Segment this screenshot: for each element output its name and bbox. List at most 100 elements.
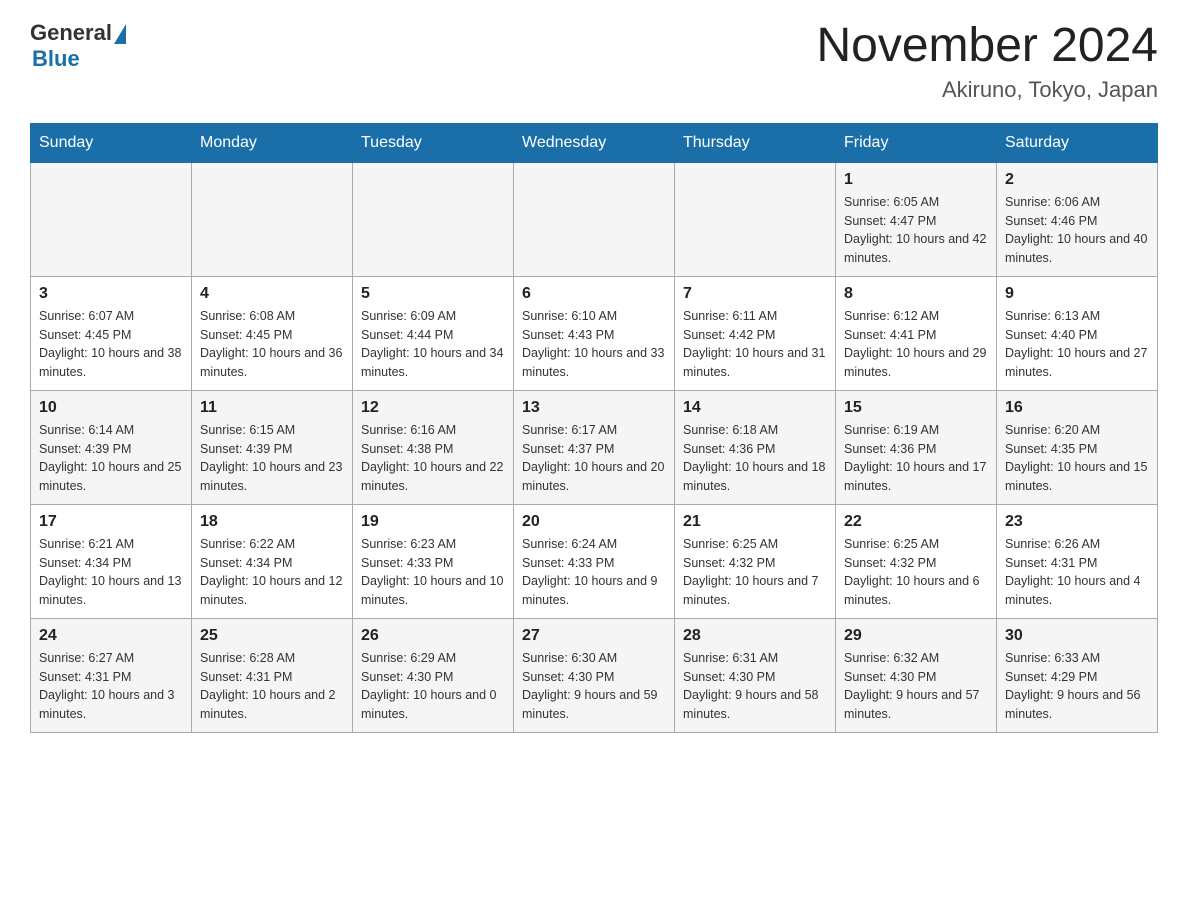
day-info: Sunrise: 6:24 AMSunset: 4:33 PMDaylight:… xyxy=(522,535,666,610)
calendar-cell xyxy=(192,162,353,276)
calendar-week-1: 1 Sunrise: 6:05 AMSunset: 4:47 PMDaylight… xyxy=(31,162,1158,276)
day-number: 30 xyxy=(1005,627,1149,645)
calendar-cell: 10 Sunrise: 6:14 AMSunset: 4:39 PMDayligh… xyxy=(31,390,192,504)
day-number: 13 xyxy=(522,399,666,417)
day-number: 28 xyxy=(683,627,827,645)
day-number: 5 xyxy=(361,285,505,303)
calendar-cell: 22 Sunrise: 6:25 AMSunset: 4:32 PMDayligh… xyxy=(836,504,997,618)
day-number: 19 xyxy=(361,513,505,531)
calendar-cell: 28 Sunrise: 6:31 AMSunset: 4:30 PMDayligh… xyxy=(675,618,836,732)
calendar-cell: 30Sunrise: 6:33 AMSunset: 4:29 PMDayligh… xyxy=(997,618,1158,732)
day-number: 12 xyxy=(361,399,505,417)
day-info: Sunrise: 6:16 AMSunset: 4:38 PMDaylight:… xyxy=(361,421,505,496)
logo-triangle-icon xyxy=(114,24,126,44)
day-info: Sunrise: 6:25 AMSunset: 4:32 PMDaylight:… xyxy=(683,535,827,610)
column-header-thursday: Thursday xyxy=(675,123,836,162)
day-info: Sunrise: 6:13 AMSunset: 4:40 PMDaylight:… xyxy=(1005,307,1149,382)
calendar-cell: 17 Sunrise: 6:21 AMSunset: 4:34 PMDayligh… xyxy=(31,504,192,618)
calendar-cell: 9 Sunrise: 6:13 AMSunset: 4:40 PMDaylight… xyxy=(997,276,1158,390)
day-number: 11 xyxy=(200,399,344,417)
day-info: Sunrise: 6:23 AMSunset: 4:33 PMDaylight:… xyxy=(361,535,505,610)
day-info: Sunrise: 6:10 AMSunset: 4:43 PMDaylight:… xyxy=(522,307,666,382)
day-info: Sunrise: 6:07 AMSunset: 4:45 PMDaylight:… xyxy=(39,307,183,382)
day-info: Sunrise: 6:27 AMSunset: 4:31 PMDaylight:… xyxy=(39,649,183,724)
calendar-cell: 5Sunrise: 6:09 AMSunset: 4:44 PMDaylight… xyxy=(353,276,514,390)
day-info: Sunrise: 6:25 AMSunset: 4:32 PMDaylight:… xyxy=(844,535,988,610)
calendar-cell: 1 Sunrise: 6:05 AMSunset: 4:47 PMDaylight… xyxy=(836,162,997,276)
calendar-cell: 18 Sunrise: 6:22 AMSunset: 4:34 PMDayligh… xyxy=(192,504,353,618)
calendar-cell: 19 Sunrise: 6:23 AMSunset: 4:33 PMDayligh… xyxy=(353,504,514,618)
day-info: Sunrise: 6:29 AMSunset: 4:30 PMDaylight:… xyxy=(361,649,505,724)
calendar-cell: 27 Sunrise: 6:30 AMSunset: 4:30 PMDayligh… xyxy=(514,618,675,732)
day-number: 27 xyxy=(522,627,666,645)
column-header-wednesday: Wednesday xyxy=(514,123,675,162)
day-info: Sunrise: 6:30 AMSunset: 4:30 PMDaylight:… xyxy=(522,649,666,724)
day-number: 6 xyxy=(522,285,666,303)
calendar-cell: 13Sunrise: 6:17 AMSunset: 4:37 PMDayligh… xyxy=(514,390,675,504)
calendar-cell: 24Sunrise: 6:27 AMSunset: 4:31 PMDayligh… xyxy=(31,618,192,732)
day-number: 1 xyxy=(844,171,988,189)
day-number: 23 xyxy=(1005,513,1149,531)
day-number: 17 xyxy=(39,513,183,531)
day-number: 20 xyxy=(522,513,666,531)
calendar-cell: 7 Sunrise: 6:11 AMSunset: 4:42 PMDaylight… xyxy=(675,276,836,390)
day-number: 16 xyxy=(1005,399,1149,417)
day-info: Sunrise: 6:12 AMSunset: 4:41 PMDaylight:… xyxy=(844,307,988,382)
day-number: 3 xyxy=(39,285,183,303)
day-info: Sunrise: 6:05 AMSunset: 4:47 PMDaylight:… xyxy=(844,193,988,268)
calendar-cell xyxy=(353,162,514,276)
day-number: 29 xyxy=(844,627,988,645)
calendar-table: SundayMondayTuesdayWednesdayThursdayFrid… xyxy=(30,123,1158,733)
calendar-cell: 16 Sunrise: 6:20 AMSunset: 4:35 PMDayligh… xyxy=(997,390,1158,504)
day-number: 10 xyxy=(39,399,183,417)
page-header: General Blue November 2024 Akiruno, Toky… xyxy=(30,20,1158,103)
calendar-cell xyxy=(675,162,836,276)
day-number: 14 xyxy=(683,399,827,417)
logo-general-text: General xyxy=(30,20,112,46)
day-number: 25 xyxy=(200,627,344,645)
calendar-cell: 2Sunrise: 6:06 AMSunset: 4:46 PMDaylight… xyxy=(997,162,1158,276)
column-header-monday: Monday xyxy=(192,123,353,162)
day-number: 7 xyxy=(683,285,827,303)
day-info: Sunrise: 6:21 AMSunset: 4:34 PMDaylight:… xyxy=(39,535,183,610)
day-info: Sunrise: 6:06 AMSunset: 4:46 PMDaylight:… xyxy=(1005,193,1149,268)
day-number: 21 xyxy=(683,513,827,531)
calendar-cell: 4 Sunrise: 6:08 AMSunset: 4:45 PMDaylight… xyxy=(192,276,353,390)
calendar-cell: 12 Sunrise: 6:16 AMSunset: 4:38 PMDayligh… xyxy=(353,390,514,504)
column-header-sunday: Sunday xyxy=(31,123,192,162)
calendar-cell: 25Sunrise: 6:28 AMSunset: 4:31 PMDayligh… xyxy=(192,618,353,732)
day-number: 4 xyxy=(200,285,344,303)
day-number: 15 xyxy=(844,399,988,417)
day-number: 8 xyxy=(844,285,988,303)
calendar-cell: 11 Sunrise: 6:15 AMSunset: 4:39 PMDayligh… xyxy=(192,390,353,504)
day-number: 18 xyxy=(200,513,344,531)
day-number: 26 xyxy=(361,627,505,645)
day-info: Sunrise: 6:26 AMSunset: 4:31 PMDaylight:… xyxy=(1005,535,1149,610)
column-header-tuesday: Tuesday xyxy=(353,123,514,162)
day-info: Sunrise: 6:14 AMSunset: 4:39 PMDaylight:… xyxy=(39,421,183,496)
month-title: November 2024 xyxy=(816,20,1158,73)
calendar-cell: 26 Sunrise: 6:29 AMSunset: 4:30 PMDayligh… xyxy=(353,618,514,732)
calendar-cell xyxy=(514,162,675,276)
day-info: Sunrise: 6:31 AMSunset: 4:30 PMDaylight:… xyxy=(683,649,827,724)
column-header-friday: Friday xyxy=(836,123,997,162)
calendar-cell: 8 Sunrise: 6:12 AMSunset: 4:41 PMDaylight… xyxy=(836,276,997,390)
calendar-cell: 15Sunrise: 6:19 AMSunset: 4:36 PMDayligh… xyxy=(836,390,997,504)
calendar-cell: 20 Sunrise: 6:24 AMSunset: 4:33 PMDayligh… xyxy=(514,504,675,618)
day-info: Sunrise: 6:22 AMSunset: 4:34 PMDaylight:… xyxy=(200,535,344,610)
day-info: Sunrise: 6:11 AMSunset: 4:42 PMDaylight:… xyxy=(683,307,827,382)
day-number: 22 xyxy=(844,513,988,531)
calendar-week-5: 24Sunrise: 6:27 AMSunset: 4:31 PMDayligh… xyxy=(31,618,1158,732)
logo: General Blue xyxy=(30,20,126,72)
calendar-cell: 23 Sunrise: 6:26 AMSunset: 4:31 PMDayligh… xyxy=(997,504,1158,618)
title-section: November 2024 Akiruno, Tokyo, Japan xyxy=(816,20,1158,103)
day-info: Sunrise: 6:08 AMSunset: 4:45 PMDaylight:… xyxy=(200,307,344,382)
day-number: 9 xyxy=(1005,285,1149,303)
day-info: Sunrise: 6:15 AMSunset: 4:39 PMDaylight:… xyxy=(200,421,344,496)
calendar-cell xyxy=(31,162,192,276)
day-info: Sunrise: 6:20 AMSunset: 4:35 PMDaylight:… xyxy=(1005,421,1149,496)
location: Akiruno, Tokyo, Japan xyxy=(816,77,1158,103)
column-header-saturday: Saturday xyxy=(997,123,1158,162)
logo-blue-text: Blue xyxy=(32,46,80,72)
day-info: Sunrise: 6:18 AMSunset: 4:36 PMDaylight:… xyxy=(683,421,827,496)
